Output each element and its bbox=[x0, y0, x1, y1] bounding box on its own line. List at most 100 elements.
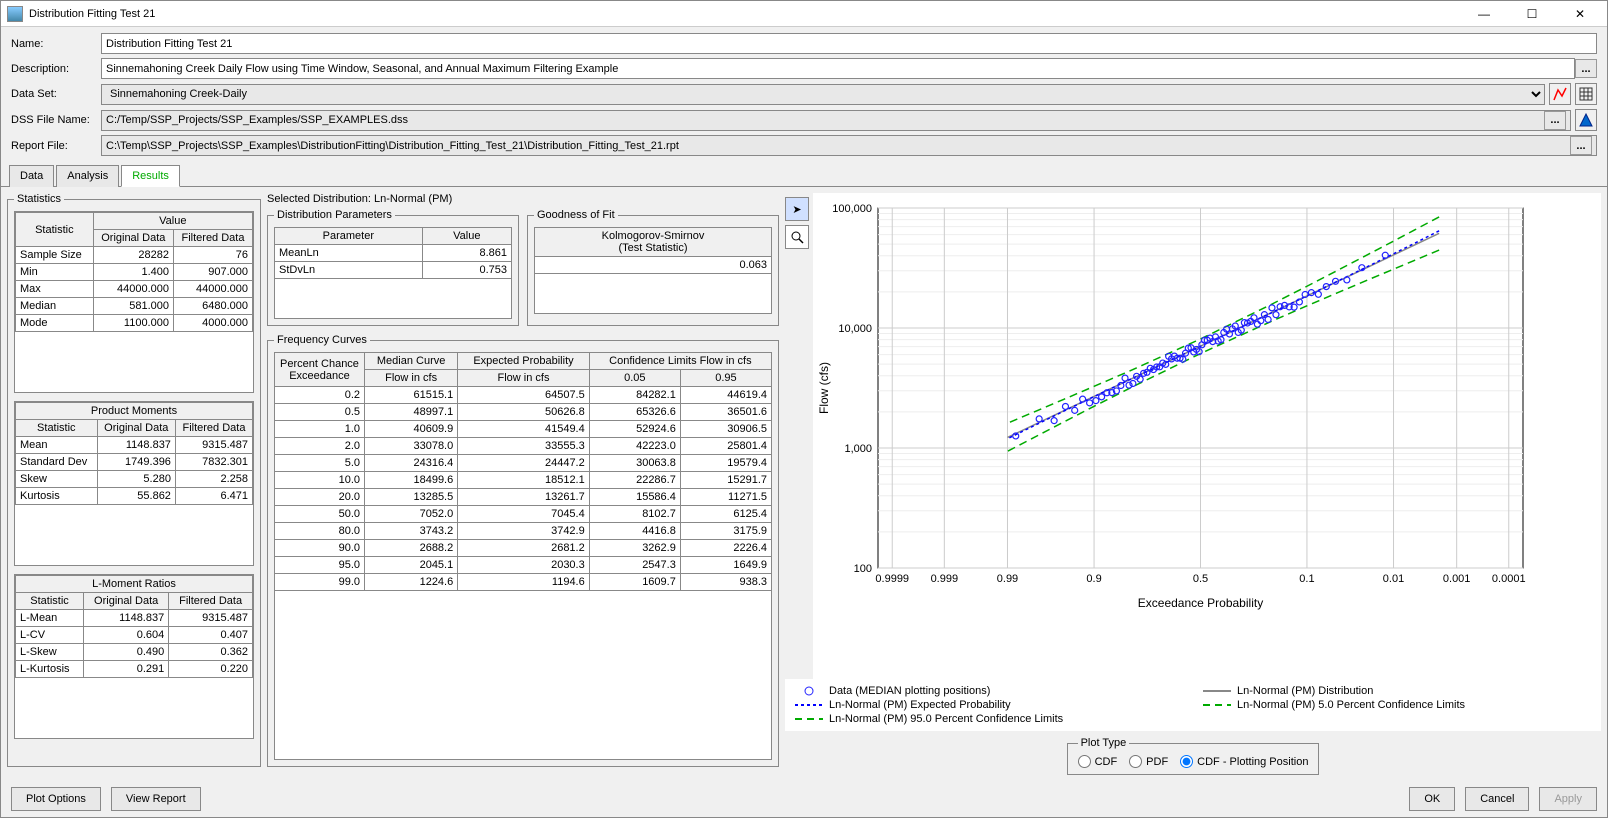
svg-text:0.5: 0.5 bbox=[1193, 573, 1208, 585]
legend-item: Ln-Normal (PM) 5.0 Percent Confidence Li… bbox=[1203, 699, 1591, 711]
table-cell: 2030.3 bbox=[458, 557, 590, 574]
table-cell: 25801.4 bbox=[680, 438, 771, 455]
table-cell: 44000.000 bbox=[93, 281, 173, 298]
table-cell: 18512.1 bbox=[458, 472, 590, 489]
svg-text:0.99: 0.99 bbox=[997, 573, 1018, 585]
pointer-tool-icon[interactable]: ➤ bbox=[785, 197, 809, 221]
maximize-icon[interactable]: ☐ bbox=[1517, 7, 1547, 21]
main-window: Distribution Fitting Test 21 — ☐ ✕ Name:… bbox=[0, 0, 1608, 818]
table-cell: 99.0 bbox=[275, 574, 365, 591]
table-cell: 3743.2 bbox=[365, 523, 458, 540]
name-label: Name: bbox=[11, 38, 101, 50]
table-cell: 5.280 bbox=[97, 471, 175, 488]
table-cell: 20.0 bbox=[275, 489, 365, 506]
basic-stats-table: StatisticValue Original DataFiltered Dat… bbox=[15, 212, 253, 332]
radio-cdf[interactable]: CDF bbox=[1078, 755, 1118, 768]
table-icon[interactable] bbox=[1575, 83, 1597, 105]
table-cell: 11271.5 bbox=[680, 489, 771, 506]
table-cell: 7045.4 bbox=[458, 506, 590, 523]
description-input[interactable] bbox=[101, 58, 1575, 79]
table-cell: 6.471 bbox=[175, 488, 252, 505]
col-original: Original Data bbox=[93, 230, 173, 247]
table-cell: 2681.2 bbox=[458, 540, 590, 557]
description-browse-button[interactable]: ... bbox=[1575, 59, 1597, 78]
name-input[interactable] bbox=[101, 33, 1597, 54]
selected-distribution-label: Selected Distribution: Ln-Normal (PM) bbox=[267, 193, 779, 205]
table-cell: 7052.0 bbox=[365, 506, 458, 523]
tabs: Data Analysis Results bbox=[1, 164, 1607, 187]
report-browse-button[interactable]: ... bbox=[1570, 136, 1592, 155]
plot-options-button[interactable]: Plot Options bbox=[11, 787, 101, 811]
dssfile-value: C:/Temp/SSP_Projects/SSP_Examples/SSP_EX… bbox=[106, 114, 408, 126]
tab-analysis[interactable]: Analysis bbox=[56, 165, 119, 187]
table-cell: 13285.5 bbox=[365, 489, 458, 506]
col-statistic: Statistic bbox=[16, 213, 94, 247]
report-field: C:\Temp\SSP_Projects\SSP_Examples\Distri… bbox=[101, 135, 1597, 156]
table-cell: 2547.3 bbox=[589, 557, 680, 574]
table-cell: 18499.6 bbox=[365, 472, 458, 489]
col-filtered: Filtered Data bbox=[173, 230, 252, 247]
table-cell: 1100.000 bbox=[93, 315, 173, 332]
table-cell: 42223.0 bbox=[589, 438, 680, 455]
table-cell: 907.000 bbox=[173, 264, 252, 281]
legend-item: Ln-Normal (PM) 95.0 Percent Confidence L… bbox=[795, 713, 1183, 725]
svg-text:Flow (cfs): Flow (cfs) bbox=[817, 362, 831, 414]
radio-pdf[interactable]: PDF bbox=[1129, 755, 1168, 768]
dataset-select[interactable]: Sinnemahoning Creek-Daily bbox=[101, 84, 1545, 105]
results-content: Statistics StatisticValue Original DataF… bbox=[1, 187, 1607, 781]
plot-icon[interactable] bbox=[1549, 83, 1571, 105]
close-icon[interactable]: ✕ bbox=[1565, 7, 1595, 21]
cancel-button[interactable]: Cancel bbox=[1465, 787, 1529, 811]
table-cell: 4000.000 bbox=[173, 315, 252, 332]
statistics-group: Statistics StatisticValue Original DataF… bbox=[7, 193, 261, 767]
table-cell: 0.490 bbox=[84, 644, 169, 661]
table-cell: 19579.4 bbox=[680, 455, 771, 472]
ok-button[interactable]: OK bbox=[1409, 787, 1455, 811]
tab-data[interactable]: Data bbox=[9, 165, 54, 187]
table-cell: 0.604 bbox=[84, 627, 169, 644]
view-report-button[interactable]: View Report bbox=[111, 787, 201, 811]
minimize-icon[interactable]: — bbox=[1469, 7, 1499, 21]
frequency-table: Percent Chance Exceedance Median Curve E… bbox=[274, 352, 772, 591]
table-cell: 3742.9 bbox=[458, 523, 590, 540]
table-cell: L-Skew bbox=[16, 644, 84, 661]
statistics-legend: Statistics bbox=[14, 193, 64, 205]
freq-legend: Frequency Curves bbox=[274, 334, 370, 346]
legend-item: Data (MEDIAN plotting positions) bbox=[795, 685, 1183, 697]
svg-text:0.9999: 0.9999 bbox=[875, 573, 909, 585]
table-cell: 2.0 bbox=[275, 438, 365, 455]
plot-type-legend: Plot Type bbox=[1078, 737, 1130, 749]
table-cell: 3175.9 bbox=[680, 523, 771, 540]
table-cell: Mode bbox=[16, 315, 94, 332]
frequency-chart[interactable]: 1001,00010,000100,0000.99990.9990.990.90… bbox=[813, 193, 1543, 613]
table-cell: Sample Size bbox=[16, 247, 94, 264]
svg-text:0.9: 0.9 bbox=[1086, 573, 1101, 585]
tab-results[interactable]: Results bbox=[121, 165, 180, 187]
table-cell: L-CV bbox=[16, 627, 84, 644]
table-cell: Mean bbox=[16, 437, 98, 454]
frequency-curves-group: Frequency Curves Percent Chance Exceedan… bbox=[267, 334, 779, 767]
apply-button[interactable]: Apply bbox=[1539, 787, 1597, 811]
table-cell: 581.000 bbox=[93, 298, 173, 315]
table-cell: 2688.2 bbox=[365, 540, 458, 557]
dss-icon[interactable] bbox=[1575, 109, 1597, 131]
table-cell: 1224.6 bbox=[365, 574, 458, 591]
svg-text:0.999: 0.999 bbox=[931, 573, 959, 585]
svg-text:Exceedance Probability: Exceedance Probability bbox=[1138, 596, 1263, 610]
table-cell: 938.3 bbox=[680, 574, 771, 591]
table-cell: 0.362 bbox=[169, 644, 253, 661]
dssfile-browse-button[interactable]: ... bbox=[1544, 111, 1566, 130]
svg-text:0.0001: 0.0001 bbox=[1492, 573, 1526, 585]
pm-title: Product Moments bbox=[16, 403, 253, 420]
titlebar: Distribution Fitting Test 21 — ☐ ✕ bbox=[1, 1, 1607, 27]
table-cell: 9315.487 bbox=[175, 437, 252, 454]
table-cell: 33078.0 bbox=[365, 438, 458, 455]
zoom-tool-icon[interactable] bbox=[785, 225, 809, 249]
chart-legend: Data (MEDIAN plotting positions) Ln-Norma… bbox=[785, 679, 1601, 731]
footer: Plot Options View Report OK Cancel Apply bbox=[1, 781, 1607, 817]
col-value: Value bbox=[93, 213, 252, 230]
table-cell: 48997.1 bbox=[365, 404, 458, 421]
radio-cdf-plotting-position[interactable]: CDF - Plotting Position bbox=[1180, 755, 1308, 768]
gof-value: 0.063 bbox=[535, 257, 772, 274]
table-cell: 50626.8 bbox=[458, 404, 590, 421]
